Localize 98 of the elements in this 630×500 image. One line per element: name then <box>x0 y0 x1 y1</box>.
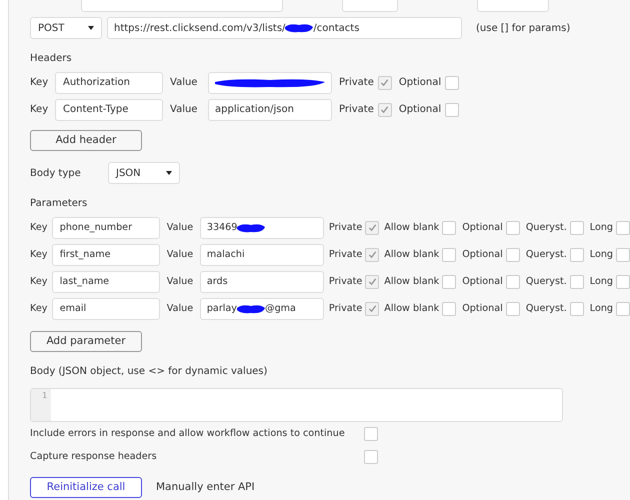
field-label: Key <box>30 276 48 287</box>
key-field[interactable]: first_name <box>52 244 160 266</box>
option-label: Queryst. <box>526 222 567 233</box>
option-label: Optional <box>462 249 503 260</box>
add-header-button[interactable]: Add header <box>30 130 142 150</box>
checkbox[interactable] <box>616 220 630 234</box>
redaction-mark <box>285 23 314 33</box>
checkbox[interactable] <box>442 220 456 234</box>
option-label: Include errors in response and allow workflow actions to continue <box>30 428 346 439</box>
checkbox[interactable] <box>616 248 630 262</box>
checkmark-icon <box>380 105 390 114</box>
option-label: Queryst. <box>526 249 567 260</box>
checkbox[interactable] <box>570 302 584 316</box>
checkbox[interactable] <box>442 302 456 316</box>
field-label: Key <box>30 249 48 260</box>
key-field[interactable]: Authorization <box>55 72 163 94</box>
checkbox[interactable] <box>378 76 392 90</box>
option-label: Private <box>328 249 362 260</box>
checkbox[interactable] <box>445 76 460 90</box>
reinitialize-button[interactable]: Reinitialize call <box>30 476 142 498</box>
key-field[interactable]: email <box>52 298 160 320</box>
url-hint: (use [] for params) <box>476 22 570 34</box>
option-label: Allow blank <box>384 303 440 314</box>
field-label: Value <box>166 303 194 314</box>
option-label: Optional <box>398 77 442 88</box>
field-label: Key <box>30 77 50 88</box>
field-label: Value <box>170 104 198 115</box>
option-label: Long <box>590 276 613 287</box>
value-field[interactable]: https://rest.clicksend.com/v3/lists/ /contacts <box>107 17 462 39</box>
option-label: Allow blank <box>384 249 440 260</box>
option-label: Capture response headers <box>30 451 158 462</box>
field-label: Value <box>166 249 194 260</box>
checkbox[interactable] <box>365 220 380 234</box>
body-type-dropdown[interactable]: JSON <box>108 162 180 184</box>
key-field[interactable]: phone_number <box>52 216 160 238</box>
key-field[interactable]: Content-Type <box>55 98 163 120</box>
option-label: Private <box>328 222 362 233</box>
option-label: Optional <box>462 303 503 314</box>
field-label: Value <box>166 276 194 287</box>
checkmark-icon <box>368 223 377 232</box>
field-label: Value <box>166 222 194 233</box>
checkmark-icon <box>368 304 377 313</box>
method-dropdown[interactable]: POST <box>30 17 102 39</box>
checkbox[interactable] <box>445 102 460 116</box>
checkbox[interactable] <box>365 302 380 316</box>
value-field[interactable]: parlay @gma <box>200 298 324 320</box>
option-label: Private <box>328 276 362 287</box>
option-label: Optional <box>462 276 503 287</box>
field-label: Key <box>30 104 50 115</box>
field-label: Key <box>30 303 48 314</box>
value-field[interactable]: 33469 <box>200 216 324 238</box>
field-label: Value <box>170 77 198 88</box>
value-field[interactable]: malachi <box>200 244 324 266</box>
key-field[interactable]: last_name <box>52 270 160 292</box>
option-label: Queryst. <box>526 303 567 314</box>
value-field[interactable]: application/json <box>208 98 332 120</box>
option-label: Long <box>590 222 613 233</box>
option-label: Private <box>339 104 374 115</box>
option-label: Queryst. <box>526 276 567 287</box>
checkbox[interactable] <box>442 248 456 262</box>
option-label: Allow blank <box>384 276 440 287</box>
checkmark-icon <box>380 78 390 87</box>
checkbox[interactable] <box>442 274 456 288</box>
value-field[interactable] <box>208 72 332 94</box>
checkbox[interactable] <box>378 102 392 116</box>
field-label: Key <box>30 222 48 233</box>
checkbox[interactable] <box>616 302 630 316</box>
option-label: Private <box>339 77 374 88</box>
manual-api-button[interactable]: Manually enter API <box>156 481 255 493</box>
option-label: Optional <box>462 222 503 233</box>
checkbox[interactable] <box>570 248 584 262</box>
option-label: Long <box>590 249 613 260</box>
checkbox[interactable] <box>506 302 520 316</box>
checkmark-icon <box>368 277 377 286</box>
checkmark-icon <box>368 250 377 259</box>
checkbox[interactable] <box>364 426 378 440</box>
option-label: Long <box>590 303 613 314</box>
add-parameter-button[interactable]: Add parameter <box>30 330 142 352</box>
section-title: Parameters <box>30 198 88 211</box>
checkbox[interactable] <box>570 274 584 288</box>
checkbox[interactable] <box>365 274 380 288</box>
option-label: Allow blank <box>384 222 440 233</box>
checkbox[interactable] <box>570 220 584 234</box>
option-label: Optional <box>398 104 442 115</box>
checkbox[interactable] <box>506 274 520 288</box>
redaction-mark <box>236 304 265 314</box>
checkbox[interactable] <box>506 220 520 234</box>
checkbox[interactable] <box>506 248 520 262</box>
checkbox[interactable] <box>616 274 630 288</box>
line-number: 1 <box>42 391 47 400</box>
option-label: Private <box>328 303 362 314</box>
body-label: Body (JSON object, use <> for dynamic values) <box>30 366 268 379</box>
value-field[interactable]: ards <box>200 270 324 292</box>
section-title: Headers <box>30 53 73 66</box>
checkbox[interactable] <box>365 248 380 262</box>
redaction-mark <box>237 222 266 232</box>
checkbox[interactable] <box>364 450 378 464</box>
field-label: Body type <box>30 168 82 178</box>
